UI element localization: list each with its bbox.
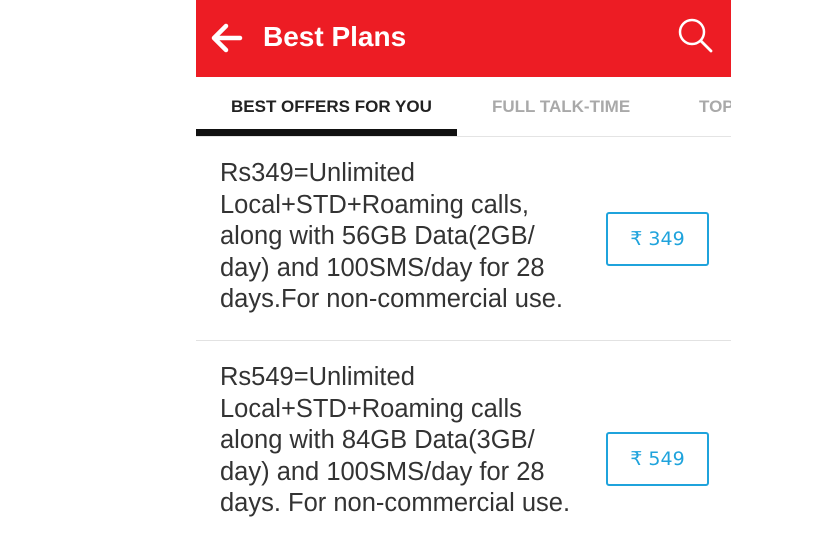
arrow-left-icon: [211, 23, 243, 53]
plan-description: Rs349=Unlimited Local+STD+Roaming calls,…: [220, 159, 563, 313]
page-title: Best Plans: [263, 21, 407, 52]
active-tab-indicator: [196, 129, 457, 136]
tab-bar: BEST OFFERS FOR YOU FULL TALK-TIME TOP: [196, 77, 731, 137]
search-icon: [678, 18, 713, 53]
tab-best-offers[interactable]: BEST OFFERS FOR YOU: [231, 77, 432, 136]
plan-card: Rs549=Unlimited Local+STD+Roaming calls …: [196, 341, 731, 560]
plan-card: Rs349=Unlimited Local+STD+Roaming calls,…: [196, 137, 731, 341]
plan-description: Rs549=Unlimited Local+STD+Roaming calls …: [220, 363, 571, 517]
price-button-349[interactable]: ₹ 349: [606, 212, 709, 266]
back-button[interactable]: [206, 17, 248, 59]
app-screen: Best Plans BEST OFFERS FOR YOU FULL TALK…: [196, 0, 731, 560]
app-bar: Best Plans: [196, 0, 731, 77]
tab-full-talk-time[interactable]: FULL TALK-TIME: [492, 77, 630, 136]
search-button[interactable]: [674, 14, 718, 58]
tab-top[interactable]: TOP: [699, 77, 731, 136]
price-button-549[interactable]: ₹ 549: [606, 432, 709, 486]
